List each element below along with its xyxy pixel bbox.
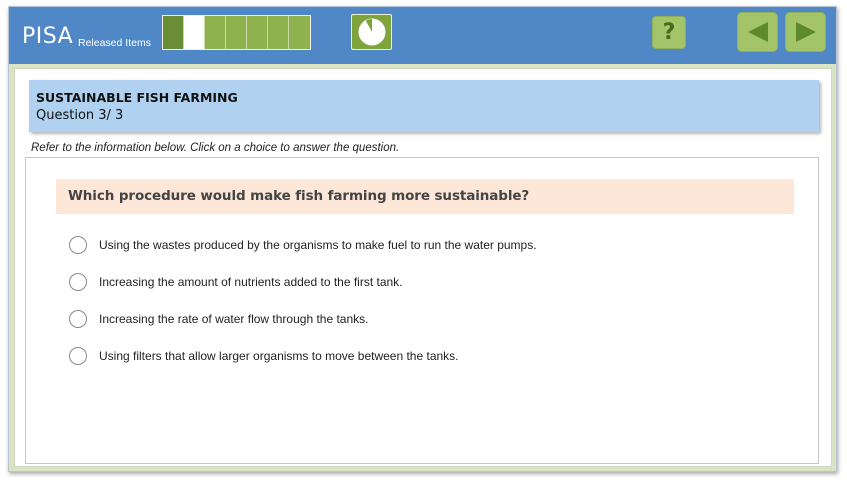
radio-button[interactable]	[69, 310, 87, 328]
top-bar: PISA Released Items ?	[9, 7, 836, 64]
question-content: Which procedure would make fish farming …	[25, 157, 819, 464]
brand-title: PISA	[22, 24, 74, 49]
brand-subtitle: Released Items	[78, 37, 151, 49]
timer-button[interactable]	[351, 14, 392, 50]
progress-segment	[268, 16, 289, 49]
progress-segment	[289, 16, 310, 49]
radio-button[interactable]	[69, 273, 87, 291]
radio-button[interactable]	[69, 236, 87, 254]
answer-option-1[interactable]: Using the wastes produced by the organis…	[69, 236, 537, 254]
question-stem: Which procedure would make fish farming …	[56, 179, 794, 214]
answer-option-label: Increasing the amount of nutrients added…	[99, 275, 403, 289]
question-mark-icon: ?	[662, 20, 676, 45]
clock-timer-icon	[358, 18, 385, 46]
next-button[interactable]	[785, 12, 826, 52]
question-panel: SUSTAINABLE FISH FARMING Question 3/ 3 R…	[14, 68, 832, 467]
progress-segment	[163, 16, 184, 49]
answer-option-label: Increasing the rate of water flow throug…	[99, 312, 369, 326]
progress-segment	[226, 16, 247, 49]
unit-title: SUSTAINABLE FISH FARMING	[36, 90, 238, 105]
progress-segment	[247, 16, 268, 49]
answer-option-label: Using filters that allow larger organism…	[99, 349, 459, 363]
help-button[interactable]: ?	[652, 16, 686, 49]
app-window: PISA Released Items ? SUSTAINABLE FISH F…	[8, 6, 837, 472]
question-stem-text: Which procedure would make fish farming …	[68, 188, 530, 204]
radio-button[interactable]	[69, 347, 87, 365]
instruction-text: Refer to the information below. Click on…	[31, 142, 400, 154]
previous-button[interactable]	[737, 12, 778, 52]
question-number: Question 3/ 3	[36, 108, 124, 123]
question-header: SUSTAINABLE FISH FARMING Question 3/ 3	[29, 80, 819, 132]
arrow-right-icon	[795, 22, 816, 42]
answer-option-2[interactable]: Increasing the amount of nutrients added…	[69, 273, 403, 291]
progress-bar	[162, 15, 311, 50]
arrow-left-icon	[747, 22, 768, 42]
progress-segment	[205, 16, 226, 49]
answer-option-label: Using the wastes produced by the organis…	[99, 238, 537, 252]
progress-segment-current	[184, 16, 205, 49]
answer-option-4[interactable]: Using filters that allow larger organism…	[69, 347, 459, 365]
answer-option-3[interactable]: Increasing the rate of water flow throug…	[69, 310, 368, 328]
